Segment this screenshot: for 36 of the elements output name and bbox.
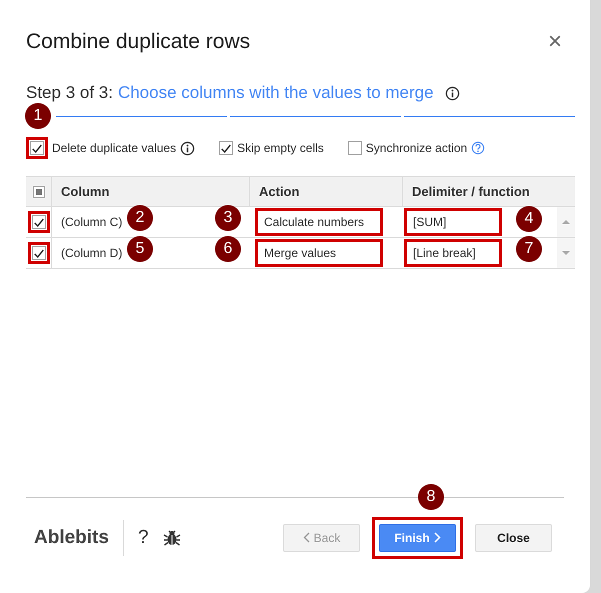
checkbox[interactable]: [32, 246, 46, 260]
option-label: Delete duplicate values: [52, 141, 176, 155]
info-icon[interactable]: [180, 140, 196, 156]
checkbox[interactable]: [30, 141, 44, 155]
step-marker: 6: [215, 236, 241, 262]
step-marker: 2: [127, 205, 153, 231]
chevron-left-icon: [302, 532, 310, 543]
step-title: Choose columns with the values to merge: [118, 83, 434, 103]
checkbox[interactable]: [348, 141, 362, 155]
step-marker: 4: [516, 206, 542, 232]
brand-name: Ablebits: [34, 526, 109, 548]
table-cell: (Column D): [61, 246, 122, 260]
chevron-right-icon: [434, 532, 441, 543]
dialog-title: Combine duplicate rows: [26, 30, 250, 54]
option-label: Synchronize action: [366, 141, 468, 155]
select-all-checkbox[interactable]: [32, 186, 44, 198]
step-marker: 3: [215, 205, 241, 231]
action-dropdown[interactable]: Calculate numbers: [255, 208, 383, 236]
step-marker: 7: [516, 236, 542, 262]
column-header: Action: [249, 177, 402, 206]
step-marker: 1: [25, 103, 51, 129]
close-button[interactable]: Close: [475, 524, 552, 552]
step-marker: 8: [418, 484, 444, 510]
step-label: Step 3 of 3:: [26, 83, 113, 103]
checkbox[interactable]: [219, 141, 234, 155]
option-label: Skip empty cells: [237, 141, 324, 155]
action-dropdown[interactable]: Merge values: [255, 239, 383, 267]
delimiter-dropdown[interactable]: [SUM]: [404, 208, 502, 236]
bug-icon[interactable]: [162, 528, 181, 546]
step-marker: 5: [127, 236, 153, 262]
help-button[interactable]: ?: [138, 526, 149, 548]
help-icon[interactable]: [471, 141, 486, 155]
checkbox[interactable]: [32, 215, 46, 229]
table-cell: (Column C): [61, 215, 122, 229]
delimiter-dropdown[interactable]: [Line break]: [404, 239, 502, 267]
info-icon[interactable]: [444, 86, 460, 100]
